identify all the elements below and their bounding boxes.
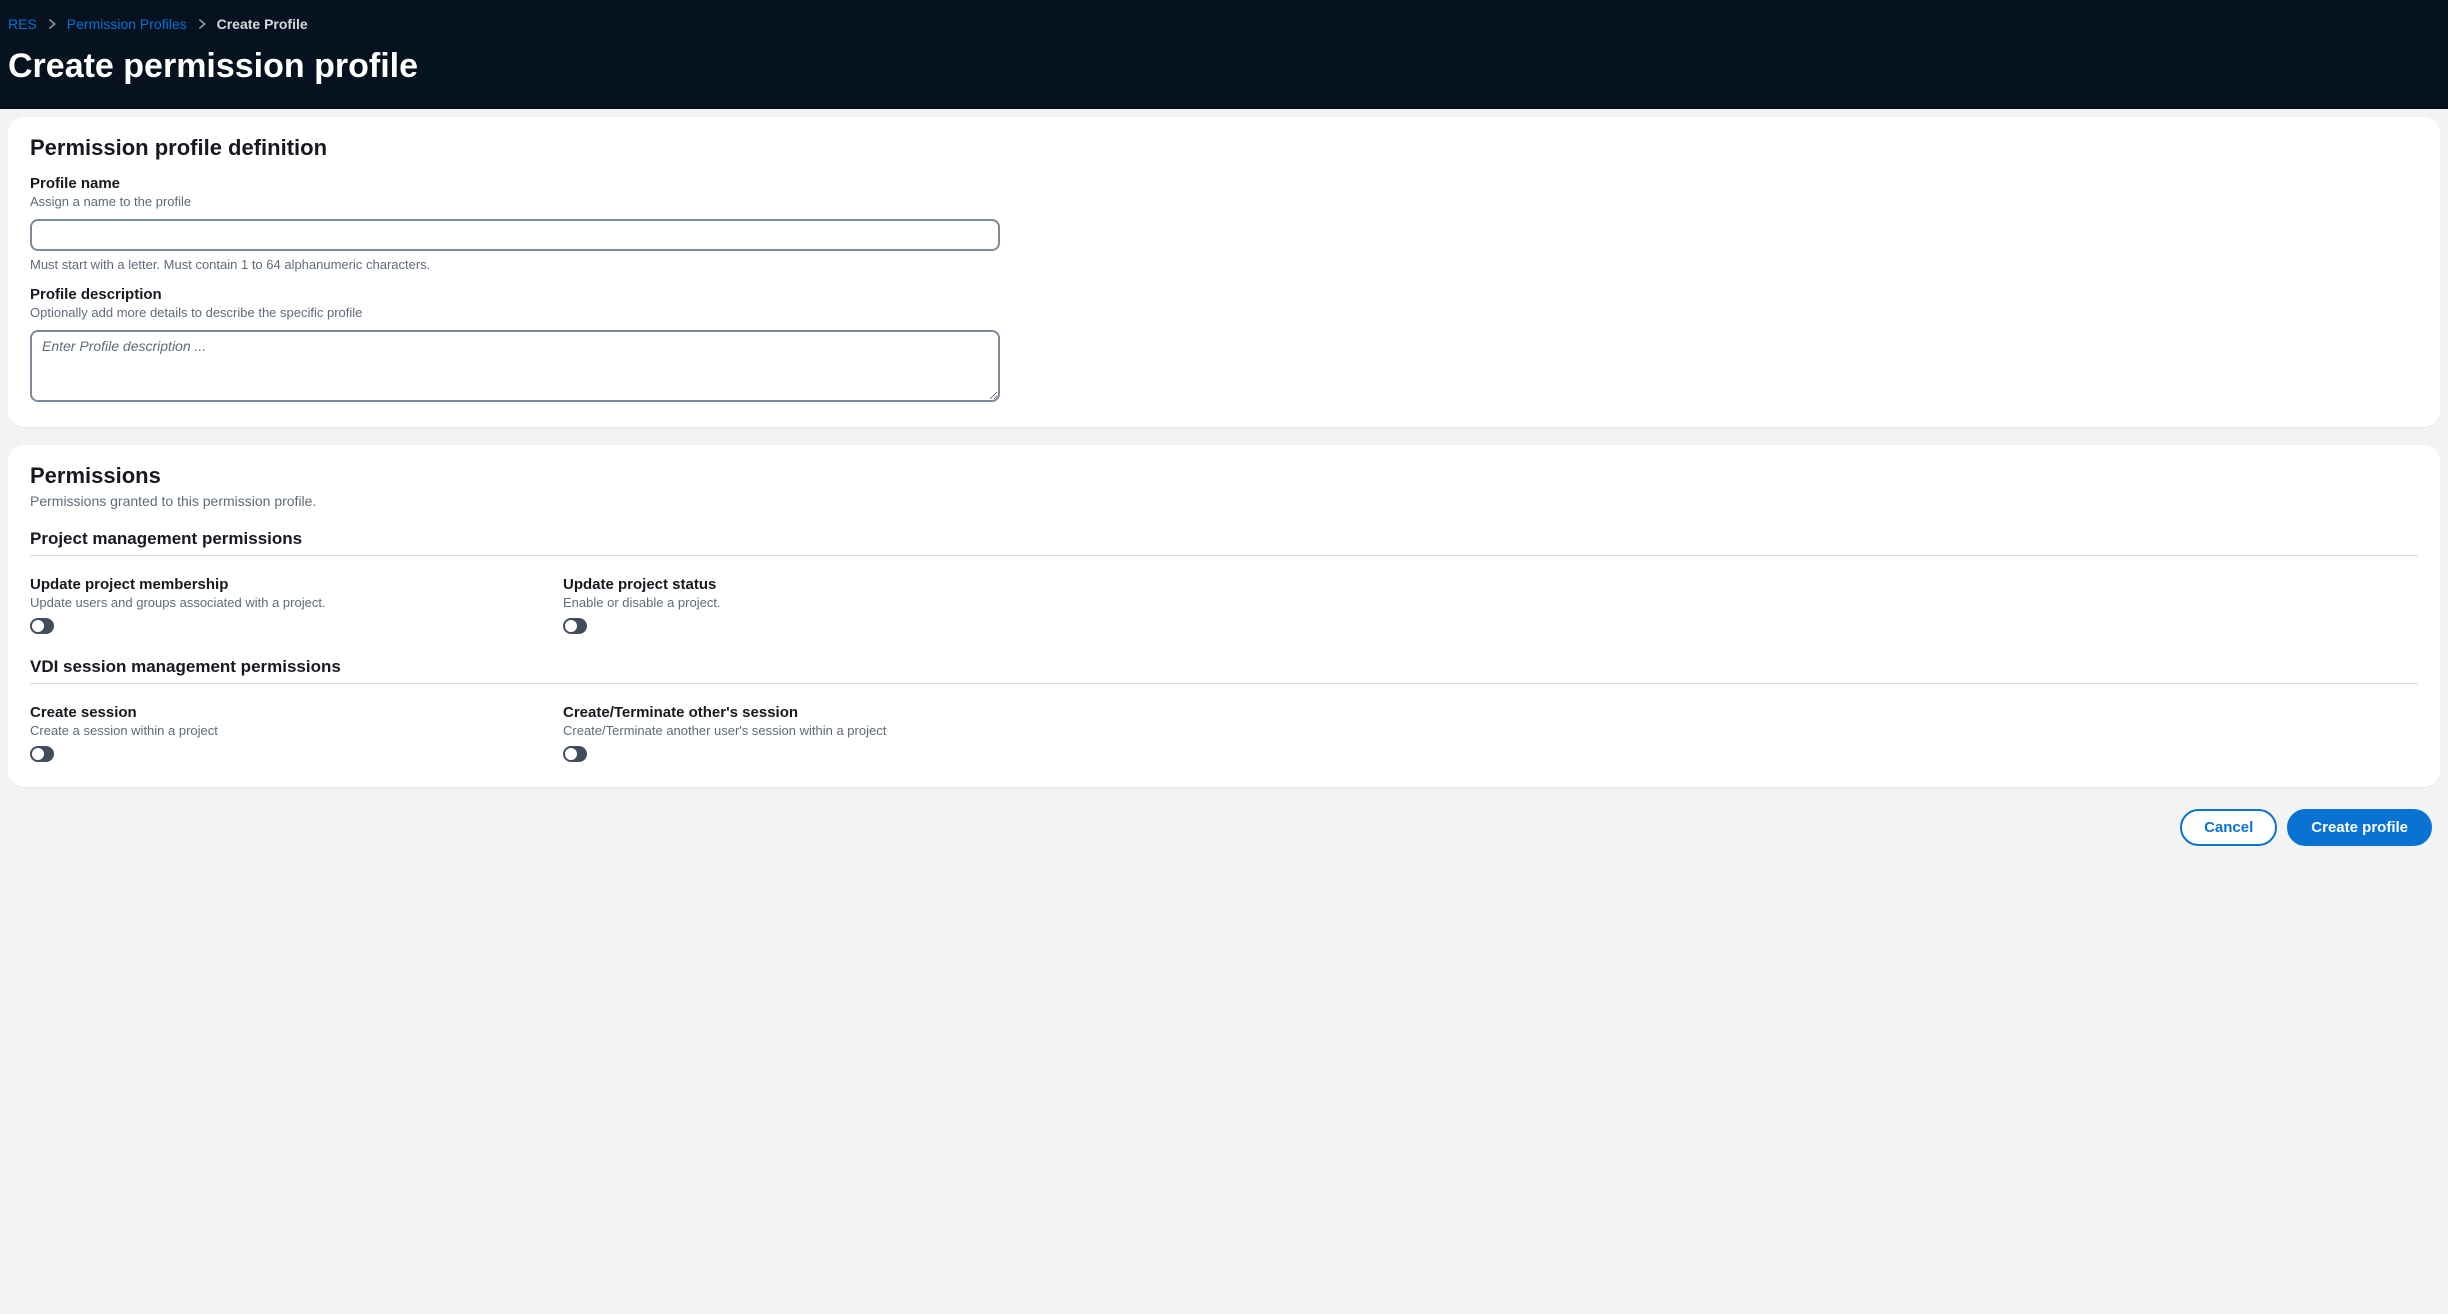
- profile-description-input[interactable]: [30, 330, 1000, 402]
- breadcrumb-link-permission-profiles[interactable]: Permission Profiles: [67, 16, 187, 32]
- cancel-button[interactable]: Cancel: [2180, 809, 2277, 846]
- perm-desc: Create a session within a project: [30, 723, 523, 738]
- page-title: Create permission profile: [8, 46, 2440, 87]
- perm-title: Update project membership: [30, 576, 523, 593]
- vdi-permissions-section: VDI session management permissions: [30, 657, 2418, 684]
- profile-name-constraint: Must start with a letter. Must contain 1…: [30, 257, 2418, 272]
- definition-card: Permission profile definition Profile na…: [8, 117, 2440, 427]
- perm-desc: Create/Terminate another user's session …: [563, 723, 1056, 738]
- permissions-subtitle: Permissions granted to this permission p…: [30, 493, 2418, 509]
- definition-title: Permission profile definition: [30, 135, 2418, 161]
- create-profile-button[interactable]: Create profile: [2287, 809, 2432, 846]
- breadcrumb: RES Permission Profiles Create Profile: [8, 16, 2440, 32]
- chevron-right-icon: [195, 17, 209, 31]
- toggle-terminate-others-session[interactable]: [563, 746, 587, 762]
- page-header: RES Permission Profiles Create Profile C…: [0, 0, 2448, 109]
- toggle-update-project-status[interactable]: [563, 618, 587, 634]
- toggle-create-session[interactable]: [30, 746, 54, 762]
- perm-desc: Update users and groups associated with …: [30, 595, 523, 610]
- perm-title: Update project status: [563, 576, 1056, 593]
- perm-terminate-others-session: Create/Terminate other's session Create/…: [563, 704, 1056, 765]
- profile-name-label: Profile name: [30, 175, 2418, 192]
- perm-desc: Enable or disable a project.: [563, 595, 1056, 610]
- breadcrumb-current: Create Profile: [217, 16, 308, 32]
- form-actions: Cancel Create profile: [8, 805, 2440, 866]
- profile-name-field: Profile name Assign a name to the profil…: [30, 175, 2418, 272]
- profile-name-input[interactable]: [30, 219, 1000, 251]
- breadcrumb-link-res[interactable]: RES: [8, 16, 37, 32]
- perm-title: Create session: [30, 704, 523, 721]
- toggle-update-project-membership[interactable]: [30, 618, 54, 634]
- project-permissions-section: Project management permissions: [30, 529, 2418, 556]
- profile-description-hint: Optionally add more details to describe …: [30, 305, 2418, 320]
- perm-title: Create/Terminate other's session: [563, 704, 1056, 721]
- permissions-card: Permissions Permissions granted to this …: [8, 445, 2440, 787]
- permissions-title: Permissions: [30, 463, 2418, 489]
- perm-create-session: Create session Create a session within a…: [30, 704, 523, 765]
- profile-description-label: Profile description: [30, 286, 2418, 303]
- profile-description-field: Profile description Optionally add more …: [30, 286, 2418, 405]
- perm-update-project-status: Update project status Enable or disable …: [563, 576, 1056, 637]
- profile-name-hint: Assign a name to the profile: [30, 194, 2418, 209]
- perm-update-project-membership: Update project membership Update users a…: [30, 576, 523, 637]
- chevron-right-icon: [45, 17, 59, 31]
